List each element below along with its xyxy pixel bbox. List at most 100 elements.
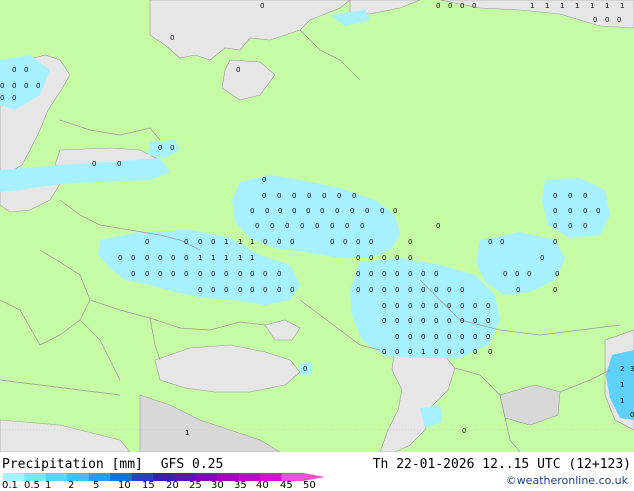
- value-label-0: 0: [307, 192, 311, 200]
- value-label-0: 0: [211, 286, 215, 294]
- value-label-0: 0: [472, 2, 476, 10]
- value-label-0: 0: [263, 286, 267, 294]
- value-label-0: 0: [356, 254, 360, 262]
- value-label-0: 0: [270, 222, 274, 230]
- value-label-0: 0: [224, 286, 228, 294]
- value-label-1: 1: [620, 381, 624, 389]
- value-label-1: 1: [605, 2, 609, 10]
- product-label: Precipitation [mm]: [2, 457, 143, 472]
- value-label-0: 0: [356, 270, 360, 278]
- value-label-0: 0: [250, 286, 254, 294]
- value-label-1: 1: [238, 238, 242, 246]
- value-label-0: 0: [145, 238, 149, 246]
- value-label-0: 0: [553, 286, 557, 294]
- value-label-0: 0: [303, 365, 307, 373]
- value-label-0: 0: [408, 302, 412, 310]
- value-label-0: 0: [345, 222, 349, 230]
- value-label-0: 0: [500, 238, 504, 246]
- value-label-0: 0: [250, 270, 254, 278]
- value-label-0: 0: [583, 207, 587, 215]
- value-label-0: 0: [380, 207, 384, 215]
- value-label-0: 0: [553, 192, 557, 200]
- value-label-0: 0: [460, 286, 464, 294]
- value-label-0: 0: [320, 207, 324, 215]
- value-label-0: 0: [617, 16, 621, 24]
- value-label-0: 0: [263, 238, 267, 246]
- value-label-0: 0: [277, 286, 281, 294]
- value-label-0: 0: [198, 270, 202, 278]
- value-label-1: 1: [590, 2, 594, 10]
- value-label-0: 0: [12, 94, 16, 102]
- value-label-0: 0: [447, 348, 451, 356]
- value-label-1: 1: [545, 2, 549, 10]
- value-label-0: 0: [131, 270, 135, 278]
- value-label-0: 0: [382, 317, 386, 325]
- value-label-0: 0: [12, 82, 16, 90]
- value-label-0: 0: [92, 160, 96, 168]
- value-label-0: 0: [322, 192, 326, 200]
- value-label-0: 0: [596, 207, 600, 215]
- value-label-0: 0: [158, 254, 162, 262]
- value-label-0: 0: [171, 270, 175, 278]
- value-label-0: 0: [421, 317, 425, 325]
- value-label-0: 0: [117, 160, 121, 168]
- value-label-3: 3: [630, 365, 634, 373]
- value-label-0: 0: [460, 333, 464, 341]
- value-label-0: 0: [630, 411, 634, 419]
- value-label-0: 0: [421, 302, 425, 310]
- value-label-0: 0: [330, 238, 334, 246]
- value-label-0: 0: [365, 207, 369, 215]
- value-label-1: 1: [575, 2, 579, 10]
- value-label-0: 0: [395, 348, 399, 356]
- value-label-0: 0: [382, 348, 386, 356]
- value-label-0: 0: [224, 270, 228, 278]
- value-label-1: 1: [211, 254, 215, 262]
- value-label-0: 0: [434, 302, 438, 310]
- scale-swatch: [88, 473, 111, 481]
- value-label-1: 1: [238, 254, 242, 262]
- value-label-0: 0: [447, 302, 451, 310]
- value-label-0: 0: [337, 192, 341, 200]
- value-label-0: 0: [131, 254, 135, 262]
- value-label-0: 0: [395, 286, 399, 294]
- value-label-0: 0: [473, 302, 477, 310]
- value-label-0: 0: [434, 333, 438, 341]
- value-label-0: 0: [382, 254, 386, 262]
- value-label-0: 0: [277, 192, 281, 200]
- value-label-0: 0: [12, 66, 16, 74]
- value-label-2: 2: [620, 365, 624, 373]
- credit-text: ©weatheronline.co.uk: [505, 474, 628, 487]
- value-label-1: 1: [224, 238, 228, 246]
- value-label-0: 0: [421, 333, 425, 341]
- value-label-0: 0: [285, 222, 289, 230]
- value-label-0: 0: [277, 270, 281, 278]
- value-label-0: 0: [343, 238, 347, 246]
- value-label-0: 0: [473, 317, 477, 325]
- value-label-0: 0: [583, 222, 587, 230]
- value-label-0: 0: [473, 348, 477, 356]
- precipitation-map: 0 0 0 0 0 1 1 1 1 1 1 10 0 000 0 00 0 0 00 00 00 000 0 0 0 0 0 0 0 0 0…: [0, 0, 634, 452]
- value-label-0: 0: [356, 238, 360, 246]
- value-label-0: 0: [436, 2, 440, 10]
- value-label-0: 0: [568, 207, 572, 215]
- value-label-0: 0: [306, 207, 310, 215]
- value-label-0: 0: [238, 270, 242, 278]
- value-label-0: 0: [421, 270, 425, 278]
- value-label-0: 0: [488, 348, 492, 356]
- product-title: Precipitation [mm] GFS 0.25: [2, 458, 223, 472]
- value-label-0: 0: [408, 254, 412, 262]
- value-label-0: 0: [515, 270, 519, 278]
- value-label-0: 0: [0, 82, 4, 90]
- value-label-0: 0: [255, 222, 259, 230]
- value-label-0: 0: [36, 82, 40, 90]
- value-label-0: 0: [292, 192, 296, 200]
- value-label-0: 0: [460, 2, 464, 10]
- value-label-0: 0: [171, 254, 175, 262]
- value-label-0: 0: [568, 222, 572, 230]
- value-label-0: 0: [434, 317, 438, 325]
- value-label-0: 0: [395, 302, 399, 310]
- value-label-0: 0: [198, 238, 202, 246]
- value-label-0: 0: [369, 286, 373, 294]
- value-label-1: 1: [421, 348, 425, 356]
- value-label-1: 1: [620, 397, 624, 405]
